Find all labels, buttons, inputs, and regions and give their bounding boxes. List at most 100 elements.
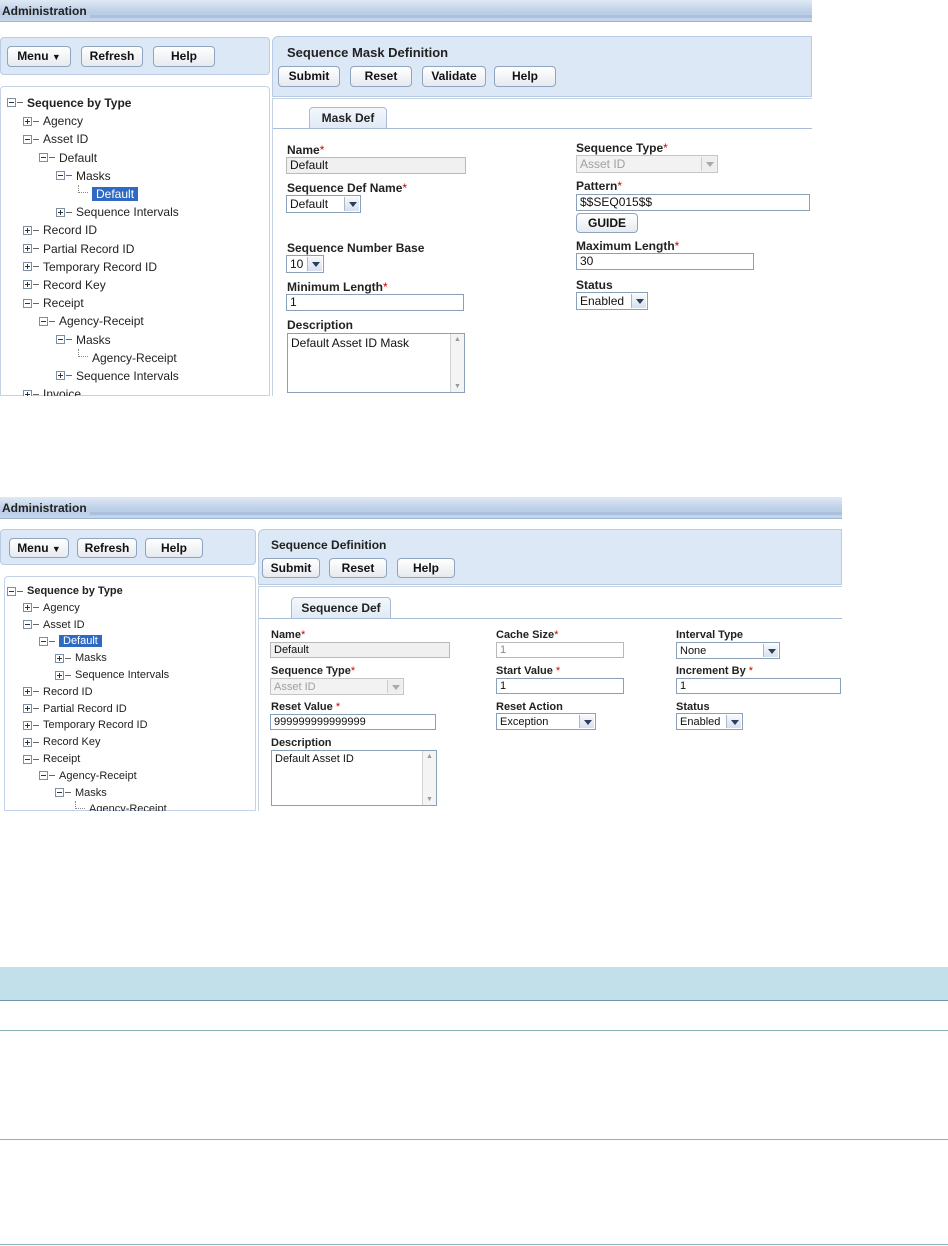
tree-item[interactable]: Default <box>39 149 97 165</box>
collapse-icon[interactable] <box>56 171 65 181</box>
expand-icon[interactable] <box>23 737 32 747</box>
reset-value-field[interactable]: 999999999999999 <box>270 714 436 730</box>
collapse-icon[interactable] <box>23 620 32 630</box>
status-select[interactable]: Enabled <box>676 713 743 730</box>
name-field[interactable]: Default <box>286 157 466 174</box>
description-textarea[interactable]: Default Asset ID Mask <box>287 333 465 393</box>
tree-item[interactable]: Asset ID <box>23 617 85 633</box>
tree-item[interactable]: Agency-Receipt <box>39 312 144 328</box>
tree-item[interactable]: Default <box>39 633 102 649</box>
tree-item[interactable]: Masks <box>56 331 111 347</box>
name-field[interactable]: Default <box>270 642 450 658</box>
expand-icon[interactable] <box>23 389 32 396</box>
expand-icon[interactable] <box>55 653 64 663</box>
tree-item[interactable]: Invoice <box>23 385 81 396</box>
expand-icon[interactable] <box>23 720 32 730</box>
tree-item[interactable]: Sequence Intervals <box>56 367 179 383</box>
expand-icon[interactable] <box>23 262 32 272</box>
sequence-def-name-select[interactable]: Default <box>286 195 361 213</box>
expand-icon[interactable] <box>23 687 32 697</box>
tree-item[interactable]: Record ID <box>23 684 93 700</box>
increment-by-field[interactable]: 1 <box>676 678 841 694</box>
textarea-scrollbar[interactable] <box>422 751 436 805</box>
tab-sequence-def[interactable]: Sequence Def <box>291 597 391 619</box>
tab-mask-def[interactable]: Mask Def <box>309 107 387 129</box>
table-row-divider <box>0 1139 948 1140</box>
refresh-button[interactable]: Refresh <box>77 538 137 558</box>
tree-item[interactable]: Masks <box>55 650 107 666</box>
menu-button[interactable]: Menu ▼ <box>9 538 69 558</box>
collapse-icon[interactable] <box>39 636 48 646</box>
expand-icon[interactable] <box>23 116 32 126</box>
tree-item[interactable]: Sequence Intervals <box>55 667 169 683</box>
validate-button[interactable]: Validate <box>422 66 486 87</box>
start-value-field[interactable]: 1 <box>496 678 624 694</box>
tree-item[interactable]: Record Key <box>23 734 100 750</box>
collapse-icon[interactable] <box>39 771 48 781</box>
tree-item[interactable]: Receipt <box>23 294 84 310</box>
tree-connector-icon <box>33 724 39 726</box>
tree-connector-icon <box>78 185 88 193</box>
reset-button[interactable]: Reset <box>329 558 387 578</box>
tree-item[interactable]: Agency-Receipt <box>75 801 167 811</box>
form-help-button[interactable]: Help <box>494 66 556 87</box>
collapse-icon[interactable] <box>39 316 48 326</box>
menu-button[interactable]: Menu ▼ <box>7 46 71 67</box>
minimum-length-field[interactable]: 1 <box>286 294 464 311</box>
expand-icon[interactable] <box>23 280 32 290</box>
tree-item[interactable]: Default <box>78 185 139 201</box>
start-value-label: Start Value * <box>496 665 561 677</box>
maximum-length-field[interactable]: 30 <box>576 253 754 270</box>
tree-item[interactable]: Agency-Receipt <box>78 348 177 365</box>
collapse-icon[interactable] <box>7 586 16 596</box>
tree-item[interactable]: Temporary Record ID <box>23 258 157 274</box>
expand-icon[interactable] <box>56 371 65 381</box>
sequence-number-base-select[interactable]: 10 <box>286 255 324 273</box>
collapse-icon[interactable] <box>23 298 32 308</box>
tree-item[interactable]: Partial Record ID <box>23 240 134 256</box>
submit-button[interactable]: Submit <box>262 558 320 578</box>
tree-item[interactable]: Record Key <box>23 276 106 292</box>
tree-item[interactable]: Partial Record ID <box>23 701 127 717</box>
collapse-icon[interactable] <box>55 788 64 798</box>
tree-item[interactable]: Sequence by Type <box>7 583 123 599</box>
expand-icon[interactable] <box>56 207 65 217</box>
tree-item[interactable]: Record ID <box>23 221 97 237</box>
tree-connector-icon <box>66 211 72 213</box>
submit-button[interactable]: Submit <box>278 66 340 87</box>
sequence-type-select: Asset ID <box>270 678 404 695</box>
collapse-icon[interactable] <box>56 334 65 344</box>
textarea-scrollbar[interactable] <box>450 334 464 392</box>
help-button[interactable]: Help <box>145 538 203 558</box>
tree-item[interactable]: Temporary Record ID <box>23 717 148 733</box>
pattern-field[interactable]: $$SEQ015$$ <box>576 194 810 211</box>
tree-item[interactable]: Agency <box>23 112 83 128</box>
expand-icon[interactable] <box>23 603 32 613</box>
refresh-button[interactable]: Refresh <box>81 46 143 67</box>
collapse-icon[interactable] <box>23 754 32 764</box>
reset-action-select[interactable]: Exception <box>496 713 596 730</box>
reset-button[interactable]: Reset <box>350 66 412 87</box>
expand-icon[interactable] <box>23 243 32 253</box>
tree-item[interactable]: Sequence by Type <box>7 94 131 110</box>
tree-item[interactable]: Agency-Receipt <box>39 768 137 784</box>
guide-button[interactable]: GUIDE <box>576 213 638 233</box>
cache-size-field[interactable]: 1 <box>496 642 624 658</box>
interval-type-select[interactable]: None <box>676 642 780 659</box>
tree-item[interactable]: Masks <box>56 167 111 183</box>
expand-icon[interactable] <box>23 704 32 714</box>
tree-item[interactable]: Agency <box>23 600 80 616</box>
help-button[interactable]: Help <box>153 46 215 67</box>
status-select[interactable]: Enabled <box>576 292 648 310</box>
collapse-icon[interactable] <box>39 152 48 162</box>
tree-item[interactable]: Masks <box>55 785 107 801</box>
collapse-icon[interactable] <box>7 98 16 108</box>
expand-icon[interactable] <box>23 225 32 235</box>
tree-item[interactable]: Receipt <box>23 751 80 767</box>
form-help-button[interactable]: Help <box>397 558 455 578</box>
description-textarea[interactable]: Default Asset ID <box>271 750 437 806</box>
expand-icon[interactable] <box>55 670 64 680</box>
tree-item[interactable]: Asset ID <box>23 130 88 146</box>
collapse-icon[interactable] <box>23 134 32 144</box>
tree-item[interactable]: Sequence Intervals <box>56 203 179 219</box>
